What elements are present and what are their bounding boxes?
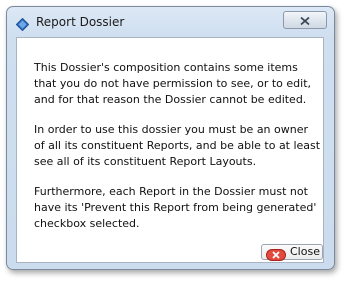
close-button-label: Close	[290, 245, 320, 258]
dialog-window: Report Dossier This Dossier's compositio…	[6, 6, 335, 270]
app-diamond-icon	[15, 16, 30, 32]
window-close-button[interactable]	[283, 11, 327, 29]
title-bar[interactable]: Report Dossier	[7, 7, 334, 37]
message-panel: This Dossier's composition contains some…	[16, 37, 324, 263]
message-paragraph-ownership: In order to use this dossier you must be…	[34, 123, 321, 168]
message-paragraph-checkbox: Furthermore, each Report in the Dossier …	[34, 185, 317, 230]
red-x-icon	[266, 246, 286, 261]
message-paragraph-permission: This Dossier's composition contains some…	[34, 61, 312, 106]
window-title: Report Dossier	[36, 15, 125, 29]
close-button[interactable]: Close	[261, 244, 323, 261]
close-x-icon	[299, 11, 311, 30]
